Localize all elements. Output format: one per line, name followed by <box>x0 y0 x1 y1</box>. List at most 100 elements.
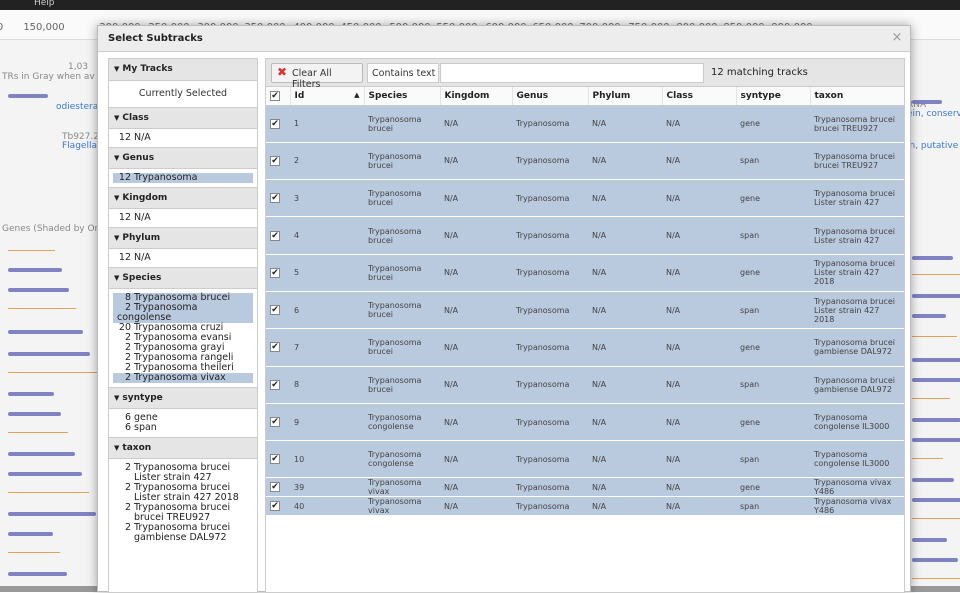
facet-header-syntype[interactable]: ▼ syntype <box>109 387 257 409</box>
facet-count: 12 <box>118 132 131 143</box>
clear-all-filters-button[interactable]: ✖ Clear All Filters <box>271 63 363 90</box>
table-header-row: ✔ Id ▲ Species Kingdom Genus Phylum Class… <box>266 87 904 106</box>
table-row[interactable]: ✔ 39 Trypanosoma vivax N/A Trypanosoma N/A N/A… <box>266 477 904 498</box>
facet-value-taxon[interactable]: 2 Trypanosoma brucei gambiense DAL972 <box>109 523 257 543</box>
facet-value-taxon[interactable]: 2 Trypanosoma brucei Lister strain 427 20… <box>109 483 257 503</box>
collapse-triangle-icon: ▼ <box>114 154 120 162</box>
cell-kingdom: N/A <box>440 328 512 367</box>
cell-syntype: gene <box>736 179 810 218</box>
track-feature <box>912 398 950 399</box>
facet-header-species[interactable]: ▼ Species <box>109 267 257 289</box>
row-checkbox[interactable]: ✔ <box>266 403 290 442</box>
cell-taxon: Trypanosoma brucei Lister strain 427 <box>810 179 904 218</box>
cell-phylum: N/A <box>588 179 662 218</box>
cell-syntype: gene <box>736 105 810 143</box>
table-row[interactable]: ✔ 7 Trypanosoma brucei N/A Trypanosoma N/A N/A… <box>266 328 904 367</box>
column-header-phylum[interactable]: Phylum <box>588 87 663 106</box>
column-header-syntype[interactable]: syntype <box>736 87 811 106</box>
cell-id: 3 <box>290 179 364 218</box>
facet-label: Trypanosoma brucei Lister strain 427 <box>134 462 231 483</box>
column-header-taxon[interactable]: taxon <box>810 87 904 106</box>
facet-count: 2 <box>124 502 131 513</box>
cell-kingdom: N/A <box>440 105 512 143</box>
background-track-label: TRs in Gray when av <box>2 72 95 82</box>
select-all-checkbox[interactable]: ✔ <box>266 87 291 106</box>
cell-taxon: Trypanosoma brucei gambiense DAL972 <box>810 328 904 367</box>
facet-value-syntype[interactable]: 6 gene <box>109 413 257 423</box>
column-header-species[interactable]: Species <box>364 87 441 106</box>
table-row[interactable]: ✔ 5 Trypanosoma brucei N/A Trypanosoma N/A N/A… <box>266 254 904 292</box>
facet-value-syntype[interactable]: 6 span <box>109 423 257 433</box>
row-checkbox[interactable]: ✔ <box>266 440 290 479</box>
table-row[interactable]: ✔ 1 Trypanosoma brucei N/A Trypanosoma N/A N/A… <box>266 105 904 143</box>
facet-count: 12 <box>118 252 131 263</box>
row-checkbox[interactable]: ✔ <box>266 105 290 143</box>
row-checkbox[interactable]: ✔ <box>266 496 290 517</box>
track-feature <box>8 392 54 396</box>
cell-genus: Trypanosoma <box>512 403 588 442</box>
facet-value-species[interactable]: 2 Trypanosoma congolense <box>113 303 253 323</box>
facet-values-class: 12 N/A <box>109 129 257 147</box>
column-header-genus[interactable]: Genus <box>512 87 589 106</box>
track-feature <box>8 412 61 416</box>
track-feature <box>912 378 960 382</box>
cell-kingdom: N/A <box>440 142 512 181</box>
track-feature <box>8 432 68 433</box>
row-checkbox[interactable]: ✔ <box>266 216 290 255</box>
currently-selected-link[interactable]: Currently Selected <box>109 81 257 107</box>
facet-header-class[interactable]: ▼ Class <box>109 107 257 129</box>
facet-value-class[interactable]: 12 N/A <box>109 133 257 143</box>
cell-genus: Trypanosoma <box>512 440 588 479</box>
track-feature <box>8 532 53 536</box>
facet-header-taxon[interactable]: ▼ taxon <box>109 437 257 459</box>
table-row[interactable]: ✔ 2 Trypanosoma brucei N/A Trypanosoma N/A N/A… <box>266 142 904 181</box>
table-row[interactable]: ✔ 8 Trypanosoma brucei N/A Trypanosoma N/A N/A… <box>266 366 904 404</box>
column-header-kingdom[interactable]: Kingdom <box>440 87 513 106</box>
row-checkbox[interactable]: ✔ <box>266 142 290 181</box>
row-checkbox[interactable]: ✔ <box>266 179 290 218</box>
facet-header-my-tracks[interactable]: ▼ My Tracks <box>109 59 257 81</box>
collapse-triangle-icon: ▼ <box>114 274 120 282</box>
cell-phylum: N/A <box>588 477 662 498</box>
row-checkbox[interactable]: ✔ <box>266 254 290 292</box>
facet-header-phylum[interactable]: ▼ Phylum <box>109 227 257 249</box>
row-checkbox[interactable]: ✔ <box>266 366 290 404</box>
menu-help[interactable]: Help <box>34 0 55 8</box>
track-feature <box>8 372 97 373</box>
cell-id: 7 <box>290 328 364 367</box>
facet-header-kingdom[interactable]: ▼ Kingdom <box>109 187 257 209</box>
table-row[interactable]: ✔ 3 Trypanosoma brucei N/A Trypanosoma N/A N/A… <box>266 179 904 218</box>
row-checkbox[interactable]: ✔ <box>266 291 290 330</box>
row-checkbox[interactable]: ✔ <box>266 477 290 498</box>
cell-phylum: N/A <box>588 440 662 479</box>
cell-species: Trypanosoma brucei <box>364 179 440 218</box>
table-row[interactable]: ✔ 10 Trypanosoma congolense N/A Trypanosoma N… <box>266 440 904 479</box>
cell-kingdom: N/A <box>440 216 512 255</box>
facet-header-genus[interactable]: ▼ Genus <box>109 147 257 169</box>
facet-value-kingdom[interactable]: 12 N/A <box>109 213 257 223</box>
facet-value-taxon[interactable]: 2 Trypanosoma brucei Lister strain 427 <box>109 463 257 483</box>
table-row[interactable]: ✔ 9 Trypanosoma congolense N/A Trypanosoma N/… <box>266 403 904 442</box>
cell-genus: Trypanosoma <box>512 496 588 517</box>
facet-value-phylum[interactable]: 12 N/A <box>109 253 257 263</box>
cell-class: N/A <box>662 254 736 292</box>
column-header-class[interactable]: Class <box>662 87 737 106</box>
collapse-triangle-icon: ▼ <box>114 114 120 122</box>
row-checkbox[interactable]: ✔ <box>266 328 290 367</box>
track-list-panel: ✖ Clear All Filters Contains text 12 mat… <box>265 58 905 593</box>
table-row[interactable]: ✔ 4 Trypanosoma brucei N/A Trypanosoma N/A N/A… <box>266 216 904 255</box>
facet-value-taxon[interactable]: 2 Trypanosoma brucei brucei TREU927 <box>109 503 257 523</box>
cell-syntype: gene <box>736 403 810 442</box>
table-row[interactable]: ✔ 40 Trypanosoma vivax N/A Trypanosoma N/A N/A… <box>266 496 904 517</box>
table-row[interactable]: ✔ 6 Trypanosoma brucei N/A Trypanosoma N/A N/A… <box>266 291 904 330</box>
facet-value-species[interactable]: 2 Trypanosoma vivax <box>113 373 253 383</box>
filter-text-input[interactable] <box>440 63 704 83</box>
facet-title: Genus <box>122 153 155 163</box>
checkbox-checked-icon: ✔ <box>270 267 280 278</box>
track-feature <box>912 478 954 482</box>
cell-id: 40 <box>290 496 364 517</box>
track-feature <box>912 314 946 318</box>
close-icon[interactable]: × <box>890 31 904 45</box>
facet-value-genus[interactable]: 12 Trypanosoma <box>113 173 253 183</box>
track-feature <box>912 294 960 298</box>
